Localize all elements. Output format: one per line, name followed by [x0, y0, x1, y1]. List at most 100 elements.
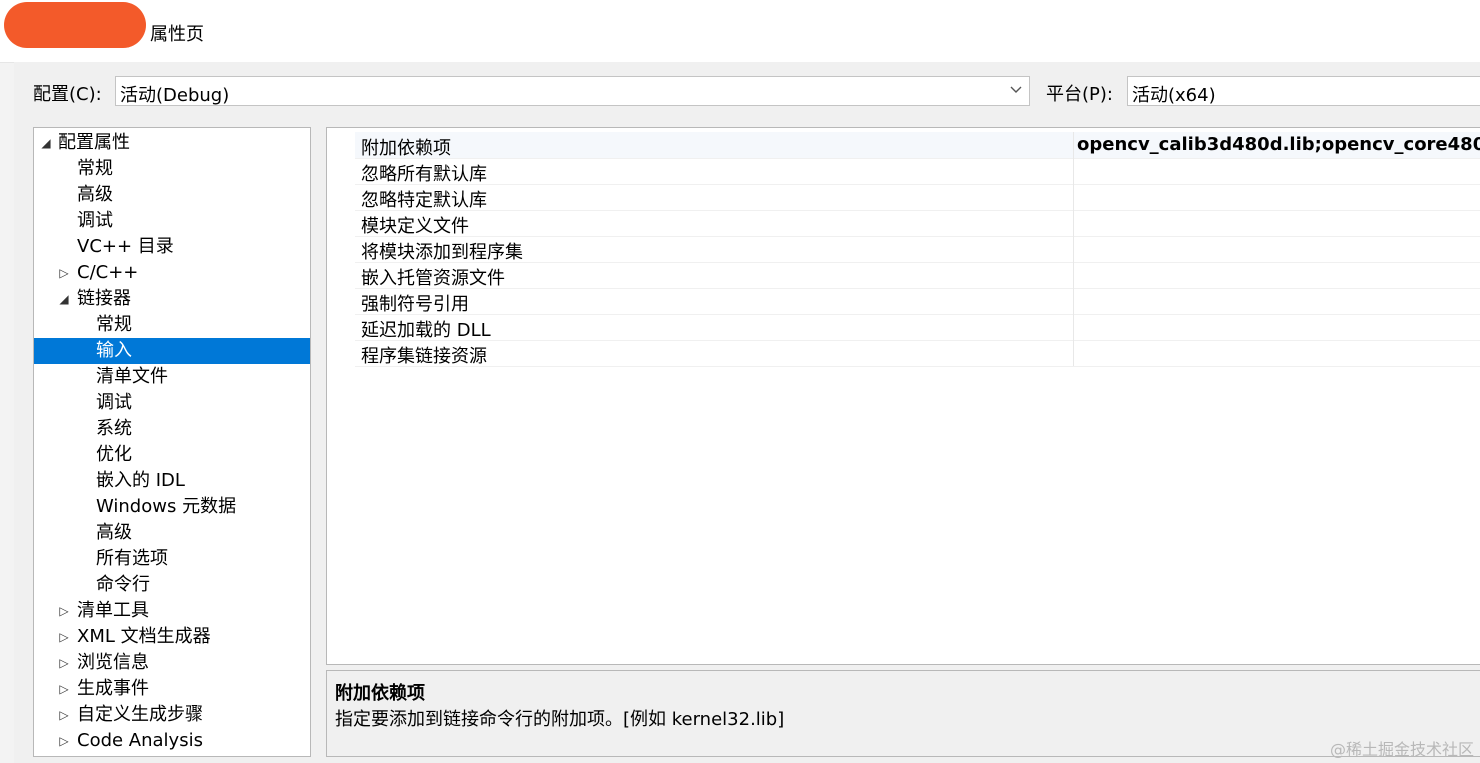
property-name: 嵌入托管资源文件	[361, 268, 505, 289]
tree-item-label: 高级	[96, 522, 132, 543]
column-divider	[1073, 236, 1074, 262]
column-divider	[1073, 262, 1074, 288]
tree-item-label: 清单文件	[96, 366, 168, 387]
collapsed-arrow-icon[interactable]: ▷	[58, 702, 70, 728]
description-panel: 附加依赖项 指定要添加到链接命令行的附加项。[例如 kernel32.lib]	[326, 670, 1480, 757]
platform-label: 平台(P):	[1046, 84, 1113, 105]
tree-item-label: XML 文档生成器	[77, 626, 211, 647]
property-name: 模块定义文件	[361, 216, 469, 237]
collapsed-arrow-icon[interactable]: ▷	[58, 624, 70, 650]
tree-item[interactable]: 输入	[34, 338, 310, 364]
property-grid[interactable]: 附加依赖项 opencv_calib3d480d.lib;opencv_core4…	[326, 127, 1480, 665]
tree-item[interactable]: 高级	[34, 182, 310, 208]
column-divider	[1073, 314, 1074, 340]
tree-item-label: 浏览信息	[77, 652, 149, 673]
tree-item[interactable]: ▷ 生成事件	[34, 676, 310, 702]
property-name: 延迟加载的 DLL	[361, 320, 491, 341]
tree-item-label: 链接器	[77, 288, 131, 309]
tree-item[interactable]: ◢ 配置属性	[34, 130, 310, 156]
collapsed-arrow-icon[interactable]: ▷	[58, 650, 70, 676]
column-divider	[1073, 288, 1074, 314]
tree-item-label: 嵌入的 IDL	[96, 470, 185, 491]
tree-item[interactable]: 优化	[34, 442, 310, 468]
tree-item[interactable]: Windows 元数据	[34, 494, 310, 520]
column-divider	[1073, 158, 1074, 184]
tree-item-label: 命令行	[96, 574, 150, 595]
tree-item[interactable]: ▷ 清单工具	[34, 598, 310, 624]
tree-item[interactable]: 常规	[34, 312, 310, 338]
property-name: 程序集链接资源	[361, 346, 487, 367]
expanded-arrow-icon[interactable]: ◢	[40, 130, 52, 156]
config-dropdown-value: 活动(Debug)	[120, 85, 230, 106]
tree-item-label: VC++ 目录	[77, 236, 174, 257]
column-divider	[1073, 340, 1074, 366]
property-row[interactable]: 模块定义文件	[355, 210, 1480, 237]
property-name: 强制符号引用	[361, 294, 469, 315]
property-name: 忽略所有默认库	[361, 164, 487, 185]
tree-item-label: 所有选项	[96, 548, 168, 569]
tree-item[interactable]: ▷ Code Analysis	[34, 728, 310, 754]
chevron-down-icon	[1010, 86, 1022, 93]
tree-item[interactable]: 调试	[34, 208, 310, 234]
tree-item-label: 常规	[77, 158, 113, 179]
property-row[interactable]: 忽略特定默认库	[355, 184, 1480, 211]
property-tree[interactable]: ◢ 配置属性 常规 高级 调试 VC++ 目录 ▷ C/C++ ◢ 链接器 常规 输入 清单文件 调试 系统…	[33, 127, 311, 757]
watermark: @稀土掘金技术社区	[1329, 740, 1474, 759]
window-title: 属性页	[150, 24, 204, 45]
tree-item[interactable]: 高级	[34, 520, 310, 546]
tree-item-label: 系统	[96, 418, 132, 439]
column-divider	[1073, 132, 1074, 158]
tree-item[interactable]: ▷ 自定义生成步骤	[34, 702, 310, 728]
property-name: 附加依赖项	[361, 138, 451, 159]
property-name: 将模块添加到程序集	[361, 242, 523, 263]
tree-item-label: 清单工具	[77, 600, 149, 621]
tree-item-label: C/C++	[77, 262, 139, 283]
tree-item[interactable]: 常规	[34, 156, 310, 182]
config-label: 配置(C):	[33, 84, 102, 105]
title-bar: 属性页	[0, 0, 1480, 63]
property-row[interactable]: 延迟加载的 DLL	[355, 314, 1480, 341]
tree-item-label: Code Analysis	[77, 730, 203, 751]
collapsed-arrow-icon[interactable]: ▷	[58, 598, 70, 624]
expanded-arrow-icon[interactable]: ◢	[58, 286, 70, 312]
tree-item-label: 优化	[96, 444, 132, 465]
property-name: 忽略特定默认库	[361, 190, 487, 211]
tree-item[interactable]: ▷ C/C++	[34, 260, 310, 286]
property-row[interactable]: 附加依赖项 opencv_calib3d480d.lib;opencv_core4…	[355, 132, 1480, 159]
tree-item[interactable]: ◢ 链接器	[34, 286, 310, 312]
tree-item[interactable]: VC++ 目录	[34, 234, 310, 260]
column-divider	[1073, 184, 1074, 210]
tree-item[interactable]: 命令行	[34, 572, 310, 598]
tree-item-label: Windows 元数据	[96, 496, 237, 517]
tree-item-label: 调试	[77, 210, 113, 231]
tree-item[interactable]: ▷ 浏览信息	[34, 650, 310, 676]
platform-dropdown[interactable]: 活动(x64)	[1127, 76, 1480, 106]
platform-dropdown-value: 活动(x64)	[1132, 85, 1216, 106]
tree-item-label: 生成事件	[77, 678, 149, 699]
tree-item[interactable]: 调试	[34, 390, 310, 416]
tree-item[interactable]: ▷ XML 文档生成器	[34, 624, 310, 650]
property-row[interactable]: 嵌入托管资源文件	[355, 262, 1480, 289]
collapsed-arrow-icon[interactable]: ▷	[58, 728, 70, 754]
property-row[interactable]: 忽略所有默认库	[355, 158, 1480, 185]
tree-item-label: 常规	[96, 314, 132, 335]
config-dropdown[interactable]: 活动(Debug)	[115, 76, 1030, 106]
collapsed-arrow-icon[interactable]: ▷	[58, 260, 70, 286]
property-value[interactable]: opencv_calib3d480d.lib;opencv_core480d.l…	[1077, 134, 1480, 155]
description-title: 附加依赖项	[335, 683, 425, 704]
property-row[interactable]: 程序集链接资源	[355, 340, 1480, 367]
description-text: 指定要添加到链接命令行的附加项。[例如 kernel32.lib]	[335, 709, 785, 730]
tree-item[interactable]: 所有选项	[34, 546, 310, 572]
tree-item[interactable]: 系统	[34, 416, 310, 442]
property-row[interactable]: 强制符号引用	[355, 288, 1480, 315]
column-divider	[1073, 210, 1074, 236]
tree-item-label: 输入	[96, 340, 132, 361]
tree-item-label: 调试	[96, 392, 132, 413]
tree-item[interactable]: 嵌入的 IDL	[34, 468, 310, 494]
collapsed-arrow-icon[interactable]: ▷	[58, 676, 70, 702]
tree-item-label: 自定义生成步骤	[77, 704, 203, 725]
redacted-project-name	[4, 2, 146, 48]
tree-item-label: 配置属性	[58, 132, 130, 153]
property-row[interactable]: 将模块添加到程序集	[355, 236, 1480, 263]
tree-item[interactable]: 清单文件	[34, 364, 310, 390]
